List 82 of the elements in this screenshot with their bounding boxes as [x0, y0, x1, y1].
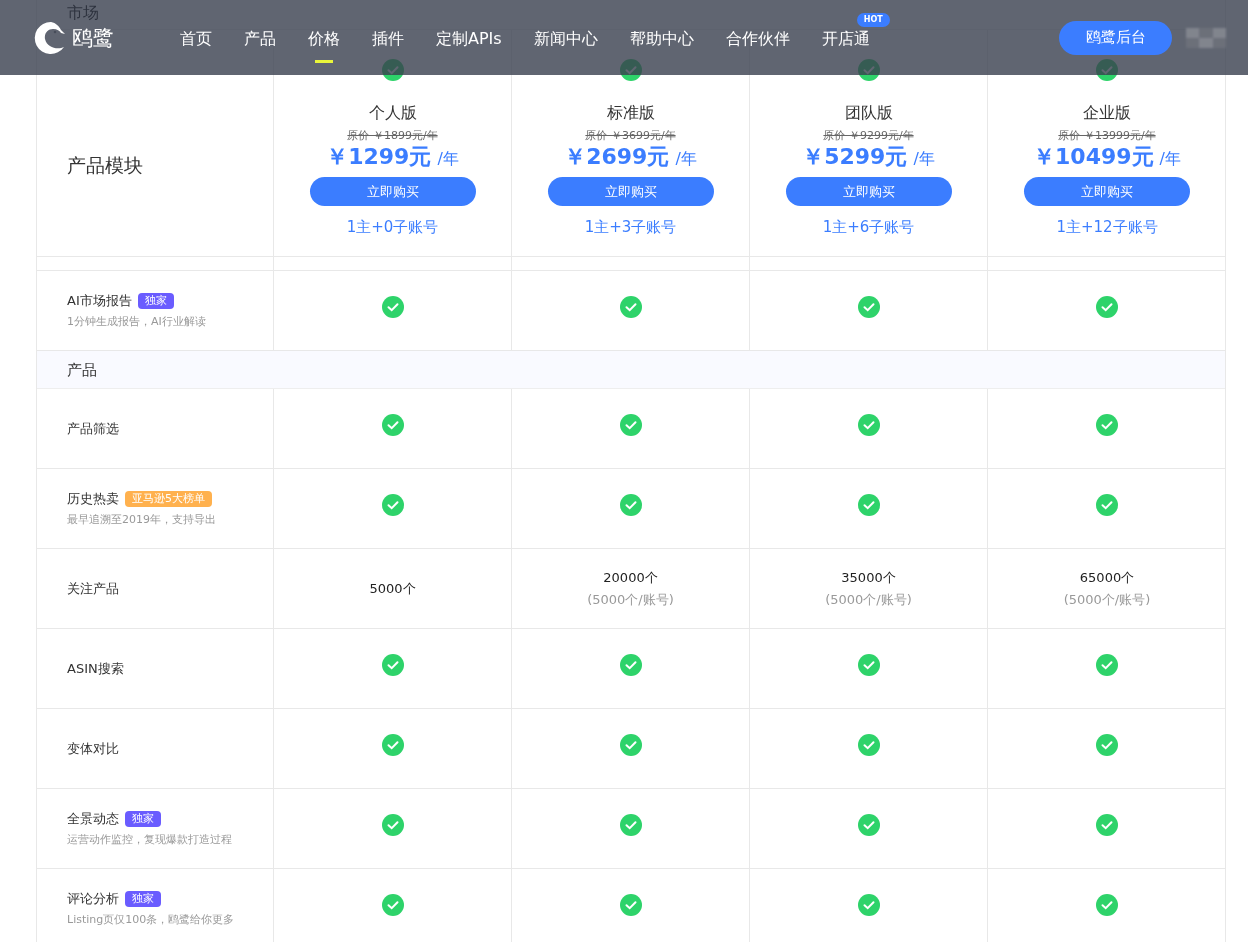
check-icon: [1096, 894, 1118, 916]
hot-badge: HOT: [856, 13, 890, 27]
buy-button[interactable]: 立即购买: [547, 177, 714, 206]
module-label: 产品模块: [67, 152, 143, 178]
feature-name: 关注产品: [67, 579, 119, 598]
check-icon: [381, 296, 404, 318]
price-unit: /年: [913, 148, 935, 170]
section-title: 产品: [67, 360, 97, 379]
feature-tag: 独家: [125, 891, 161, 907]
plan-name: 标准版: [606, 103, 655, 123]
plan-name: 企业版: [1083, 103, 1131, 123]
feature-name: AI市场报告: [67, 292, 132, 310]
check-icon: [619, 814, 642, 836]
count-value: 35000个: [841, 568, 896, 587]
feature-tag: 独家: [137, 293, 174, 309]
feature-description: 运营动作监控，复现爆款打造过程: [67, 832, 233, 847]
feature-name: 产品筛选: [67, 419, 119, 438]
count-value: 65000个: [1079, 568, 1135, 587]
price: ￥2699元: [564, 143, 670, 171]
check-icon: [619, 734, 642, 756]
console-button[interactable]: 鸥鹭后台: [1059, 20, 1172, 55]
feature-description: 最早追溯至2019年，支持导出: [67, 512, 217, 527]
check-icon: [857, 414, 880, 436]
check-icon: [619, 654, 642, 676]
check-icon: [1096, 734, 1118, 756]
check-icon: [381, 494, 404, 516]
feature-name: 评论分析: [67, 890, 119, 908]
logo-icon: [34, 20, 68, 55]
account-count: 1主+0子账号: [346, 217, 439, 237]
feature-tag: 亚马逊5大榜单: [125, 491, 212, 507]
price-unit: /年: [1159, 148, 1181, 170]
account-count: 1主+6子账号: [822, 217, 915, 237]
check-icon: [381, 414, 404, 436]
check-icon: [381, 654, 404, 676]
price: ￥5299元: [802, 143, 908, 171]
price-unit: /年: [675, 148, 697, 170]
check-icon: [1096, 494, 1118, 516]
count-note: (5000个/账号): [587, 590, 674, 609]
check-icon: [857, 654, 880, 676]
count-note: (5000个/账号): [825, 590, 912, 609]
avatar-icon[interactable]: [1186, 27, 1226, 48]
check-icon: [857, 494, 880, 516]
check-icon: [857, 296, 880, 318]
plan-name: 个人版: [368, 103, 417, 123]
feature-name: 全景动态: [67, 810, 119, 828]
feature-name: 历史热卖: [67, 490, 119, 508]
check-icon: [381, 734, 404, 756]
original-price: 原价 ￥3699元/年: [585, 129, 676, 143]
buy-button[interactable]: 立即购买: [785, 177, 952, 206]
count-note: (5000个/账号): [1063, 590, 1151, 609]
check-icon: [857, 734, 880, 756]
check-icon: [619, 296, 642, 318]
brand-name: 鸥鹭: [72, 24, 114, 52]
original-price: 原价 ￥13999元/年: [1058, 129, 1156, 143]
check-icon: [857, 814, 880, 836]
account-count: 1主+12子账号: [1056, 217, 1158, 237]
feature-name: 变体对比: [67, 739, 119, 758]
account-count: 1主+3子账号: [584, 217, 677, 237]
check-icon: [1096, 654, 1118, 676]
original-price: 原价 ￥9299元/年: [823, 129, 914, 143]
check-icon: [619, 494, 642, 516]
check-icon: [1096, 296, 1118, 318]
feature-name: ASIN搜索: [67, 659, 124, 678]
check-icon: [1096, 814, 1118, 836]
buy-button[interactable]: 立即购买: [309, 177, 476, 206]
feature-description: 1分钟生成报告，AI行业解读: [67, 314, 207, 329]
price: ￥1299元: [326, 143, 432, 171]
check-icon: [619, 894, 642, 916]
count-value: 5000个: [369, 579, 416, 598]
check-icon: [619, 414, 642, 436]
feature-description: Listing页仅100条，鸥鹭给你更多: [67, 912, 236, 927]
original-price: 原价 ￥1899元/年: [347, 129, 438, 143]
check-icon: [381, 894, 404, 916]
check-icon: [1096, 414, 1118, 436]
price-unit: /年: [437, 148, 459, 170]
check-icon: [381, 814, 404, 836]
buy-button[interactable]: 立即购买: [1024, 177, 1190, 206]
plan-name: 团队版: [844, 103, 893, 123]
count-value: 20000个: [603, 568, 658, 587]
price: ￥10499元: [1033, 143, 1154, 171]
check-icon: [857, 894, 880, 916]
feature-tag: 独家: [125, 811, 161, 827]
